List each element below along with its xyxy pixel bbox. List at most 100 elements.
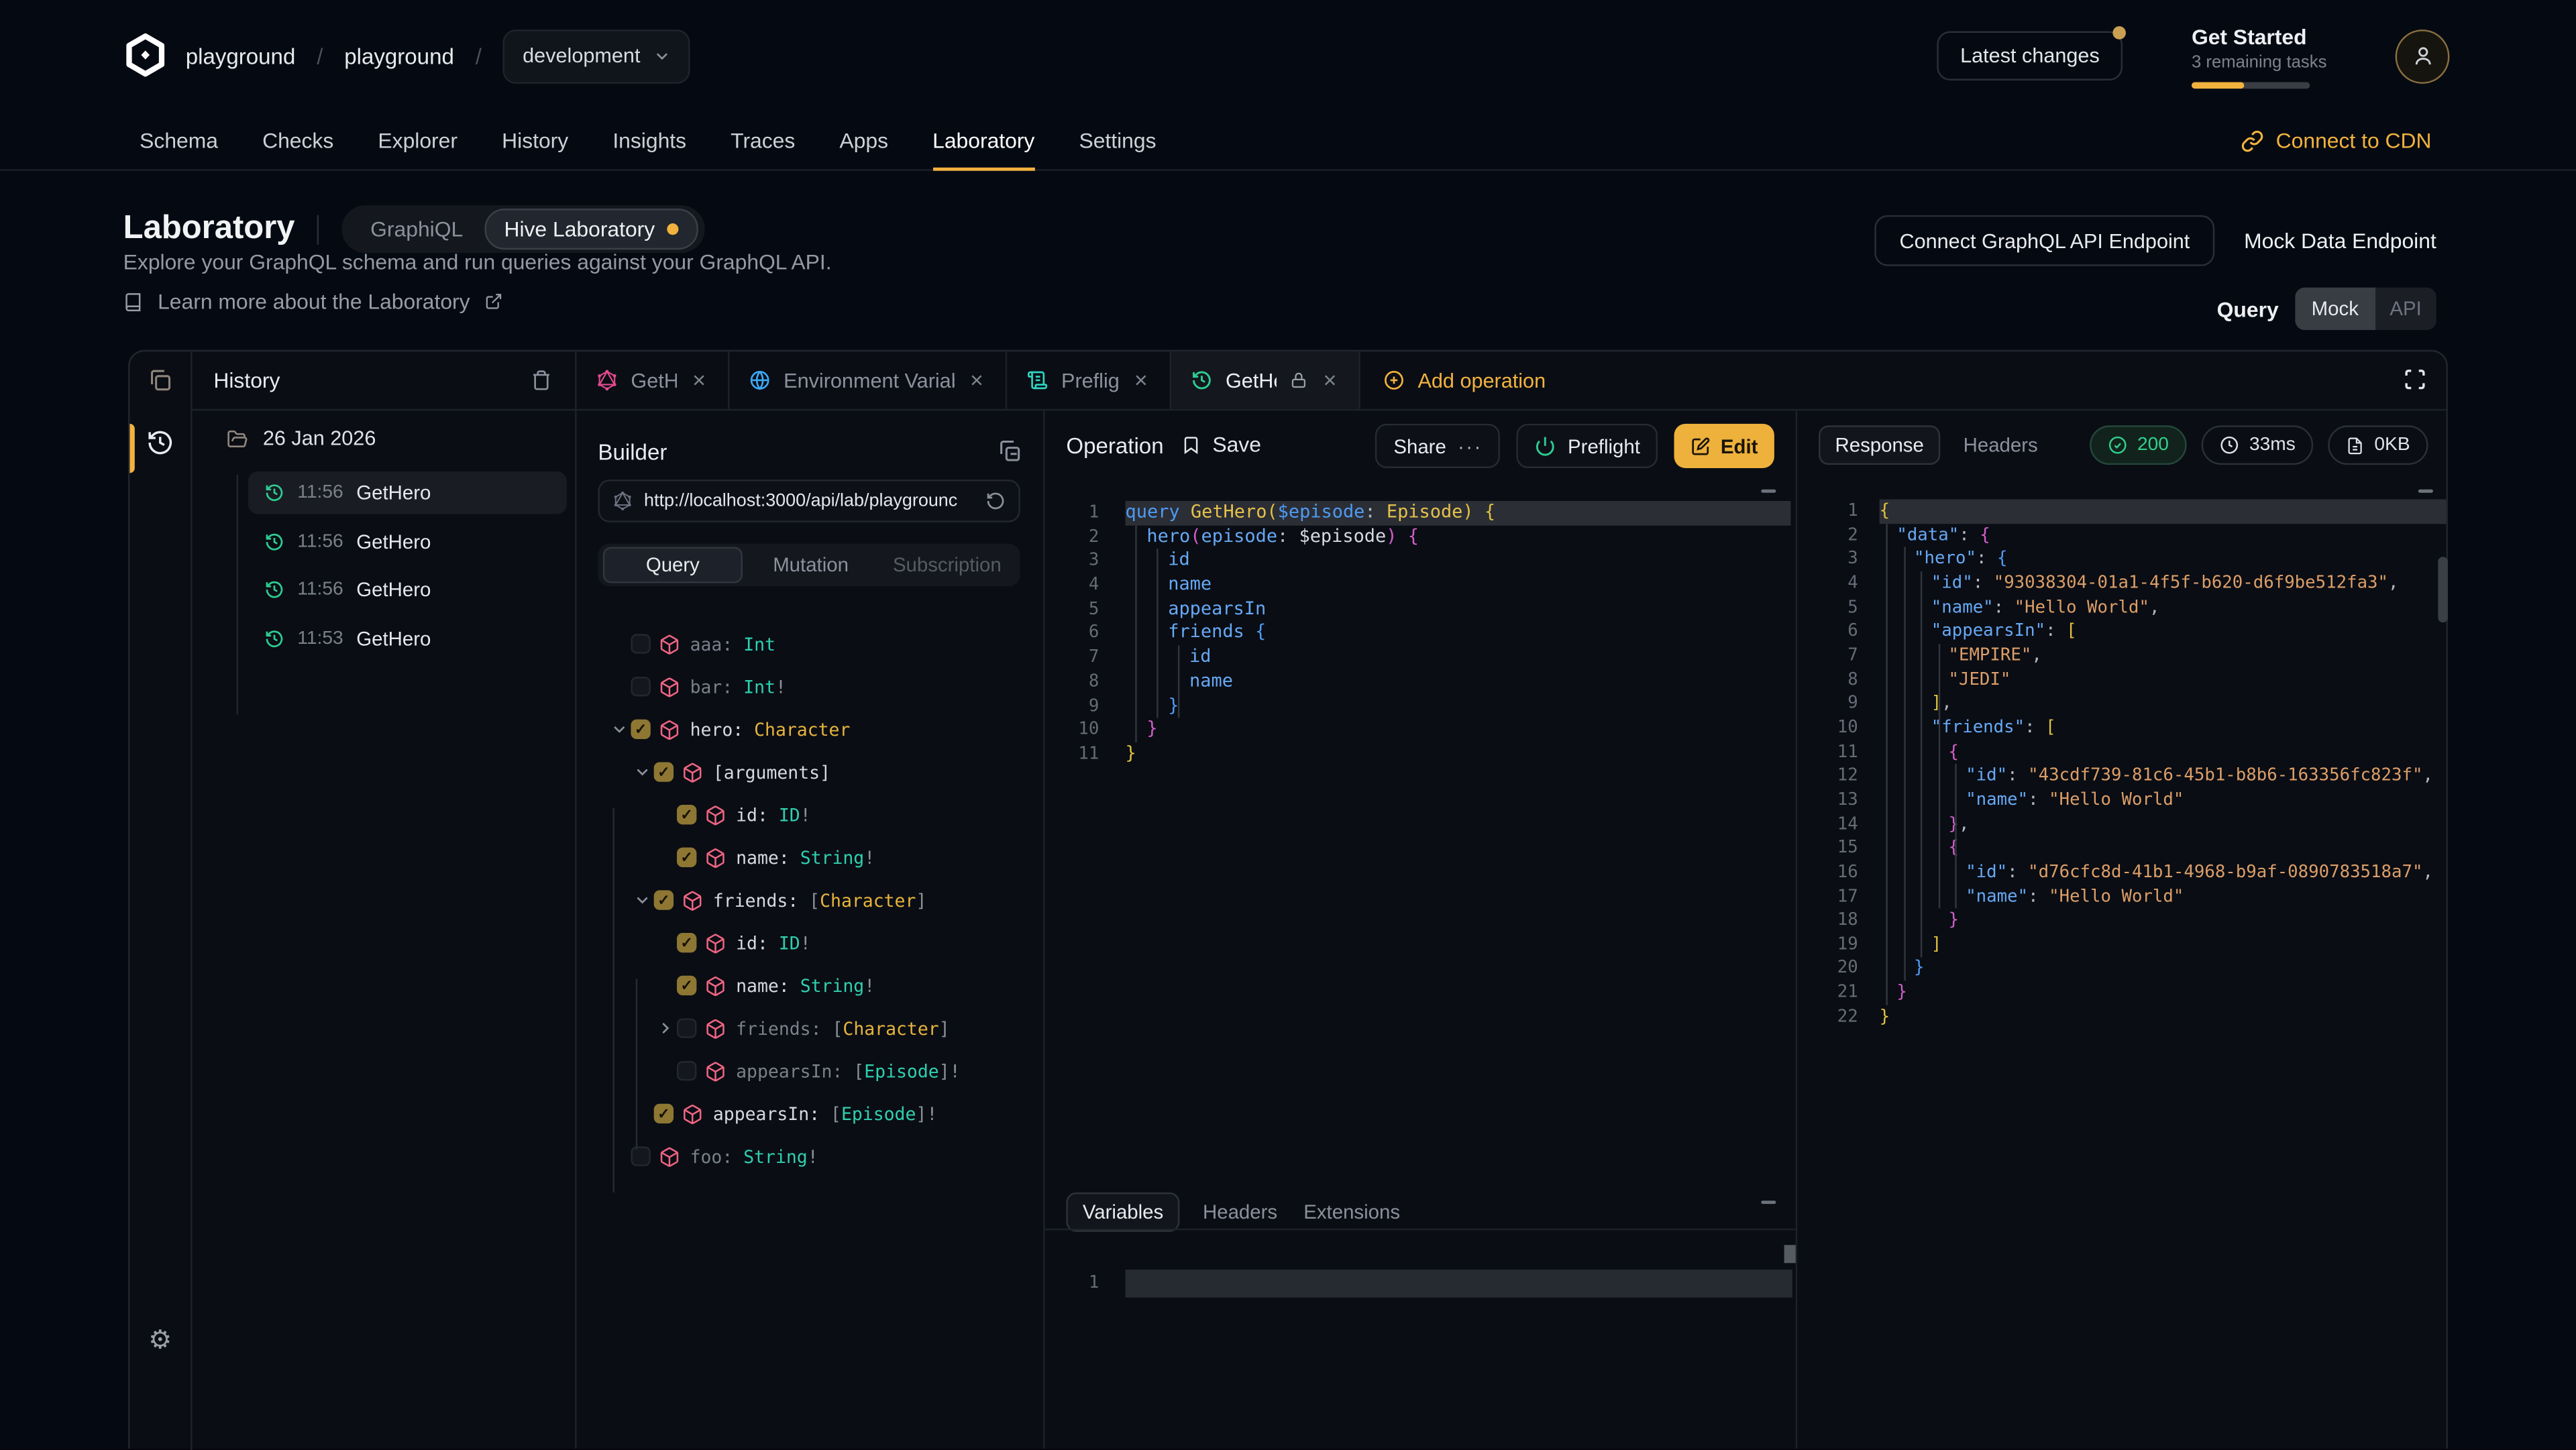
environment-selector[interactable]: development — [503, 29, 690, 83]
close-icon[interactable] — [1321, 371, 1339, 389]
hive-logo-icon[interactable] — [123, 33, 168, 77]
nav-item-laboratory[interactable]: Laboratory — [932, 112, 1034, 170]
field-checkbox[interactable]: ✓ — [631, 720, 650, 739]
field-checkbox[interactable] — [677, 1061, 696, 1080]
mode-mock[interactable]: Mock — [2295, 288, 2375, 331]
history-item[interactable]: 11:53GetHero — [248, 617, 567, 660]
tree-row-hero[interactable]: ✓hero: Character — [577, 708, 1044, 751]
tab-environment-variables[interactable]: Environment Variables — [729, 351, 1007, 409]
field-checkbox[interactable] — [631, 634, 650, 653]
nav-item-schema[interactable]: Schema — [140, 112, 218, 170]
subtab-headers[interactable]: Headers — [1199, 1201, 1281, 1223]
subtab-variables[interactable]: Variables — [1066, 1192, 1179, 1232]
tree-row-bar[interactable]: bar: Int! — [577, 665, 1044, 708]
builder-tab-subscription[interactable]: Subscription — [879, 553, 1015, 576]
avatar[interactable] — [2396, 29, 2450, 83]
subtab-extensions[interactable]: Extensions — [1300, 1201, 1403, 1223]
tree-row-friends[interactable]: ✓friends: [Character] — [577, 879, 1044, 922]
field-checkbox[interactable]: ✓ — [654, 1104, 674, 1123]
field-checkbox[interactable]: ✓ — [654, 890, 674, 909]
collapse-editor-handle[interactable] — [1761, 490, 1776, 493]
nav-item-settings[interactable]: Settings — [1079, 112, 1156, 170]
fullscreen-icon[interactable] — [2404, 368, 2426, 391]
tree-row-arguments[interactable]: ✓[arguments] — [577, 750, 1044, 793]
tree-row-foo[interactable]: foo: String! — [577, 1135, 1044, 1178]
builder-tab-mutation[interactable]: Mutation — [743, 553, 879, 576]
field-checkbox[interactable]: ✓ — [677, 805, 696, 824]
add-operation-button[interactable]: Add operation — [1360, 351, 1569, 409]
toggle-graphiql[interactable]: GraphiQL — [349, 217, 484, 241]
caret-down-icon[interactable] — [631, 764, 653, 780]
nav-item-apps[interactable]: Apps — [839, 112, 888, 170]
ui-mode-toggle[interactable]: GraphiQL Hive Laboratory — [343, 205, 704, 253]
field-checkbox[interactable] — [631, 1146, 650, 1166]
connect-graphql-endpoint-button[interactable]: Connect GraphQL API Endpoint — [1875, 215, 2214, 266]
close-icon[interactable] — [1132, 371, 1150, 389]
scrollbar-thumb[interactable] — [2438, 557, 2448, 622]
field-checkbox[interactable]: ✓ — [677, 976, 696, 995]
variables-editor[interactable] — [1126, 1270, 1792, 1298]
caret-right-icon[interactable] — [654, 1020, 677, 1036]
nav-item-insights[interactable]: Insights — [612, 112, 686, 170]
builder-tab-query[interactable]: Query — [603, 547, 743, 583]
field-checkbox[interactable]: ✓ — [677, 933, 696, 952]
caret-down-icon[interactable] — [631, 892, 653, 908]
nav-item-checks[interactable]: Checks — [262, 112, 333, 170]
graphql-icon — [612, 491, 632, 510]
nav-item-history[interactable]: History — [502, 112, 568, 170]
field-checkbox[interactable]: ✓ — [654, 762, 674, 781]
files-icon[interactable] — [148, 368, 172, 393]
scrollbar-thumb[interactable] — [1784, 1245, 1796, 1263]
mode-segmented-control[interactable]: Mock API — [2295, 288, 2436, 331]
nav-item-traces[interactable]: Traces — [731, 112, 795, 170]
get-started-widget[interactable]: Get Started 3 remaining tasks — [2192, 24, 2326, 89]
tab-preflight[interactable]: Preflight — [1007, 351, 1171, 409]
breadcrumb-project[interactable]: playground — [344, 44, 454, 68]
tree-row-appearsin[interactable]: appearsIn: [Episode]! — [577, 1050, 1044, 1093]
preflight-button[interactable]: Preflight — [1517, 424, 1658, 468]
tree-row-id[interactable]: ✓id: ID! — [577, 922, 1044, 964]
history-item[interactable]: 11:56GetHero — [248, 520, 567, 563]
field-checkbox[interactable] — [631, 677, 650, 696]
tree-row-name[interactable]: ✓name: String! — [577, 964, 1044, 1007]
latest-changes-button[interactable]: Latest changes — [1937, 32, 2123, 80]
close-icon[interactable] — [690, 371, 708, 389]
close-icon[interactable] — [967, 371, 985, 389]
history-rail-icon[interactable] — [146, 429, 174, 457]
learn-more-link[interactable]: Learn more about the Laboratory — [123, 289, 503, 314]
refresh-icon[interactable] — [985, 491, 1005, 510]
field-checkbox[interactable]: ✓ — [677, 848, 696, 867]
history-item[interactable]: 11:56GetHero — [248, 471, 567, 514]
response-viewer[interactable]: {"data": {"hero": {"id": "93038304-01a1-… — [1880, 499, 2447, 1029]
tab-gethero[interactable]: GetHero — [1171, 351, 1360, 409]
history-item[interactable]: 11:56GetHero — [248, 568, 567, 611]
collapse-builder-icon[interactable] — [998, 439, 1022, 463]
tree-row-name[interactable]: ✓name: String! — [577, 836, 1044, 879]
collapse-variables-handle[interactable] — [1761, 1201, 1776, 1204]
edit-button[interactable]: Edit — [1674, 424, 1774, 468]
share-button[interactable]: Share ··· — [1375, 424, 1500, 468]
nav-item-explorer[interactable]: Explorer — [378, 112, 458, 170]
response-tab-response[interactable]: Response — [1819, 425, 1940, 465]
trash-icon[interactable] — [531, 370, 552, 391]
connect-to-cdn-link[interactable]: Connect to CDN — [2241, 112, 2431, 170]
history-date-group[interactable]: 26 Jan 2026 — [227, 427, 376, 450]
endpoint-url-input[interactable]: http://localhost:3000/api/lab/playgrounc — [598, 480, 1020, 522]
operation-editor[interactable]: query GetHero($episode: Episode) {hero(e… — [1126, 501, 1791, 767]
tab-gethero[interactable]: GetHero — [577, 351, 730, 409]
mode-api[interactable]: API — [2375, 288, 2436, 331]
mock-data-endpoint-button[interactable]: Mock Data Endpoint — [2244, 228, 2436, 253]
breadcrumb-org[interactable]: playground — [186, 44, 296, 68]
tree-row-aaa[interactable]: aaa: Int — [577, 622, 1044, 665]
mode-query-label[interactable]: Query — [2217, 296, 2279, 321]
gear-icon[interactable]: ⚙ — [146, 1325, 174, 1353]
response-tab-headers[interactable]: Headers — [1960, 434, 2041, 457]
collapse-response-handle[interactable] — [2418, 490, 2433, 493]
tree-row-appearsin[interactable]: ✓appearsIn: [Episode]! — [577, 1093, 1044, 1135]
save-button[interactable]: Save — [1181, 432, 1261, 457]
tree-row-friends[interactable]: friends: [Character] — [577, 1007, 1044, 1050]
tree-row-id[interactable]: ✓id: ID! — [577, 793, 1044, 836]
field-checkbox[interactable] — [677, 1018, 696, 1038]
caret-down-icon[interactable] — [608, 721, 631, 737]
toggle-hive-laboratory[interactable]: Hive Laboratory — [484, 209, 698, 249]
